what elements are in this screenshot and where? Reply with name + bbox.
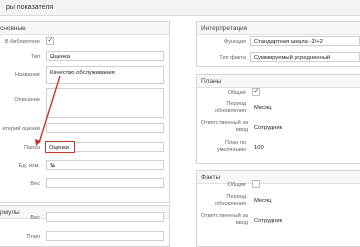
- plans-responsible-label: Ответственный за ввод: [200, 120, 248, 133]
- weight-label: Вес: [30, 181, 40, 187]
- plans-panel-header: Планы: [197, 75, 360, 88]
- formula-weight-field[interactable]: [46, 212, 164, 222]
- function-value: Стандартная шкала -2/+2: [254, 38, 323, 45]
- basic-panel-title: сновные: [0, 25, 26, 32]
- unit-label: Ед. изм.: [18, 163, 40, 169]
- name-field[interactable]: Качество обслуживания: [46, 66, 164, 84]
- name-label: Название: [15, 72, 40, 78]
- checkmark-icon: ✓: [253, 88, 260, 95]
- in-library-checkbox[interactable]: ✓: [46, 37, 54, 45]
- window-title-bar: ры показателя: [0, 0, 360, 16]
- plans-common-checkbox[interactable]: ✓: [252, 88, 260, 96]
- plans-default-value[interactable]: 100: [254, 145, 264, 151]
- fact-type-select[interactable]: Суммируемый усредненный: [250, 52, 360, 62]
- plans-responsible-value[interactable]: Сотрудник: [254, 125, 282, 131]
- in-library-label: В библиотеке: [4, 39, 40, 45]
- fact-type-label: Тип факта: [219, 55, 246, 61]
- basic-panel-header: сновные: [0, 22, 169, 35]
- facts-panel-title: Факты: [201, 174, 221, 181]
- unit-select[interactable]: % ⌄: [46, 160, 164, 170]
- facts-common-checkbox[interactable]: [252, 180, 260, 188]
- plans-default-label: План по умолчанию: [216, 140, 246, 153]
- plans-period-value[interactable]: Месяц: [254, 105, 271, 111]
- window-title: ры показателя: [6, 4, 54, 11]
- folder-value-highlight: Оценки: [45, 141, 75, 153]
- description-label: Описание: [14, 97, 40, 103]
- plans-period-label: Период обновления: [215, 101, 246, 114]
- type-select[interactable]: Оценка ⌄: [46, 51, 164, 61]
- facts-responsible-label: Ответственный за ввод: [200, 213, 248, 226]
- type-label: Тип: [30, 54, 40, 60]
- criterion-label: итерий оценки: [2, 126, 40, 132]
- description-field[interactable]: [46, 88, 164, 118]
- facts-period-label: Период обновления: [215, 194, 246, 207]
- interpretation-panel-title: Интерпретация: [201, 25, 248, 32]
- weight-field[interactable]: [46, 178, 164, 188]
- function-select[interactable]: Стандартная шкала -2/+2: [250, 36, 360, 46]
- chevron-down-icon: ⌄: [50, 162, 55, 169]
- criterion-field[interactable]: [46, 123, 164, 133]
- facts-period-value[interactable]: Месяц: [254, 198, 271, 204]
- plans-panel-title: Планы: [201, 78, 222, 85]
- fact-type-value: Суммируемый усредненный: [254, 54, 331, 61]
- checkmark-icon: ✓: [47, 37, 54, 44]
- facts-responsible-value[interactable]: Сотрудник: [254, 218, 282, 224]
- plans-common-label: Общие: [227, 90, 246, 96]
- formula-weight-label: Вес: [30, 215, 40, 221]
- folder-label: Папка: [24, 145, 40, 151]
- facts-common-label: Общие: [227, 182, 246, 188]
- name-value: Качество обслуживания: [50, 70, 115, 76]
- chevron-down-icon: ⌄: [50, 53, 55, 60]
- folder-value: Оценки: [49, 144, 69, 151]
- interpretation-panel-header: Интерпретация: [197, 22, 360, 35]
- function-label: Функция: [224, 39, 246, 45]
